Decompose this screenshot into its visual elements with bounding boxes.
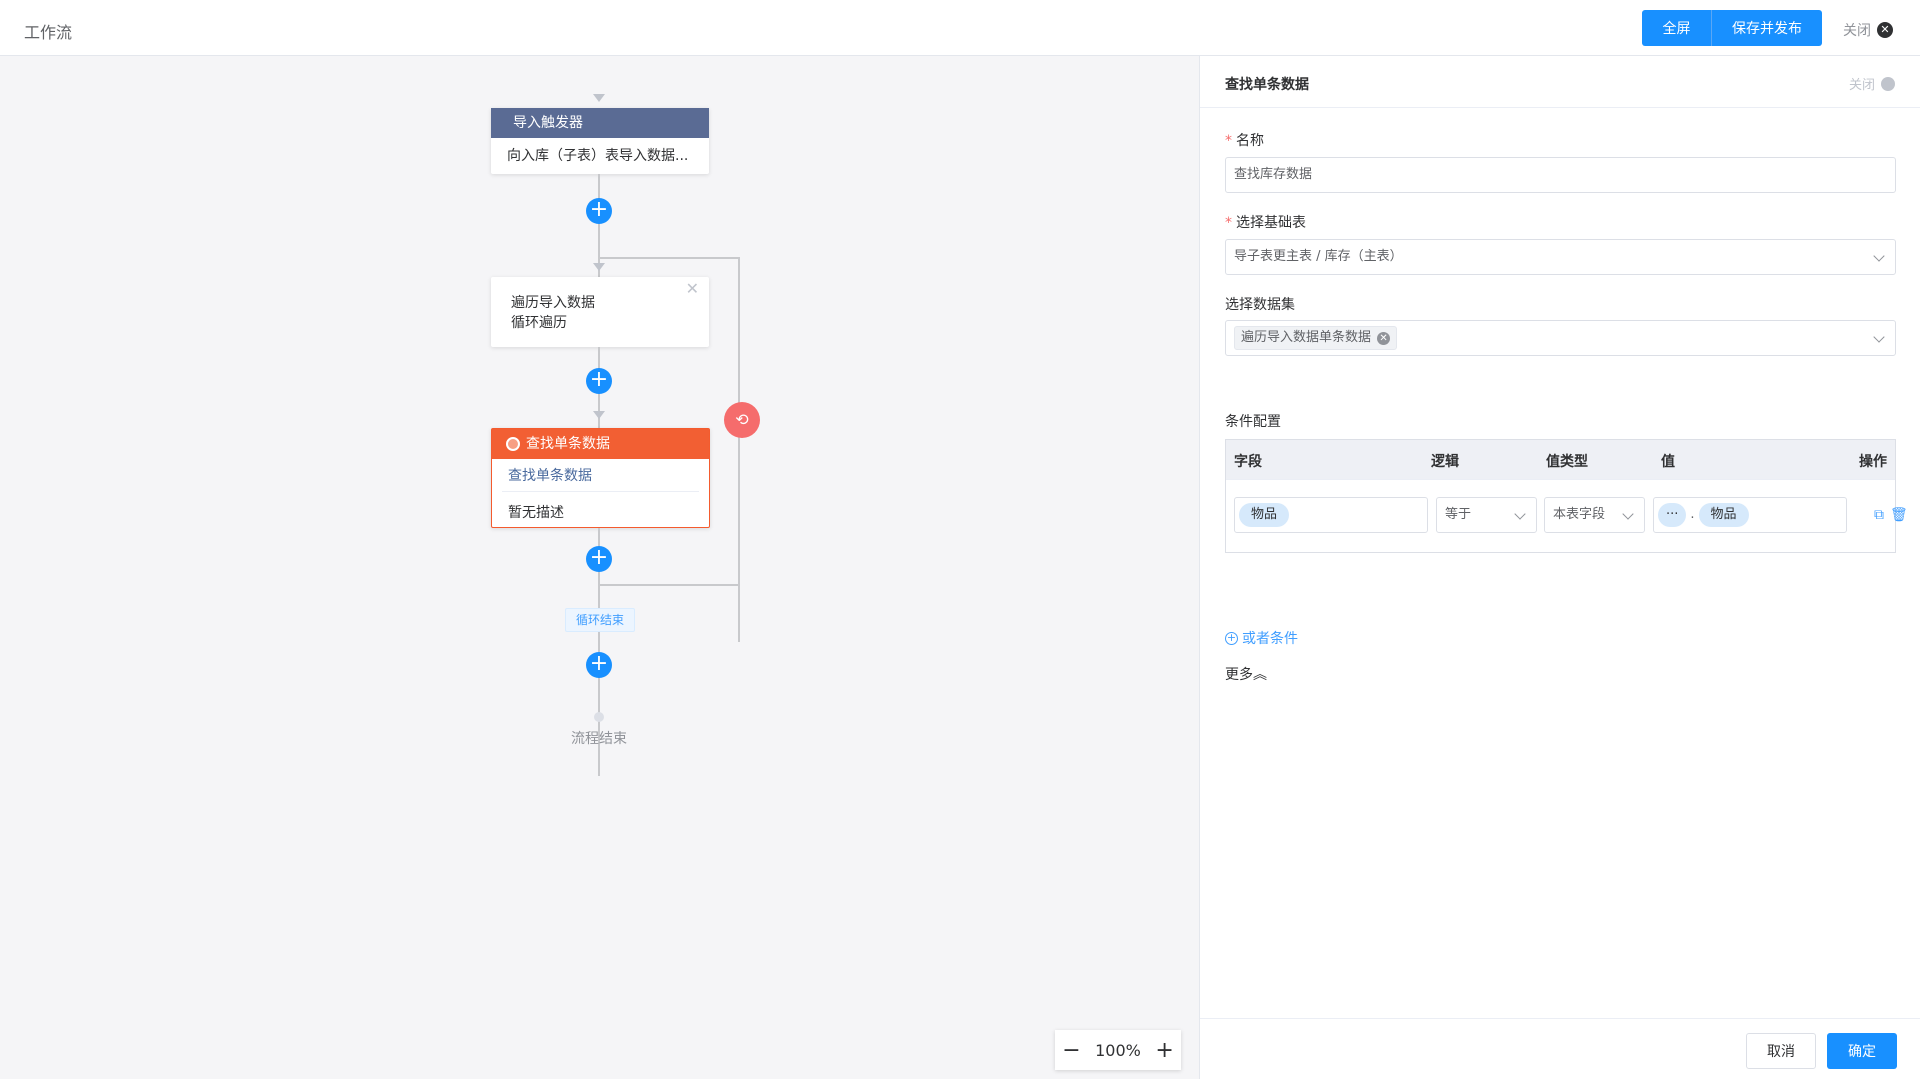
base-table-value: 导子表更主表 / 库存（主表） — [1234, 249, 1403, 264]
value-type-value: 本表字段 — [1553, 507, 1606, 522]
cancel-button[interactable]: 取消 — [1746, 1033, 1816, 1069]
row-actions: ⧉ 🗑 — [1874, 507, 1908, 523]
loop-node-line1: 遍历导入数据 — [511, 295, 595, 311]
dataset-select[interactable]: 遍历导入数据单条数据 ✕ — [1225, 320, 1896, 356]
condition-value-type-select[interactable]: 本表字段 — [1544, 497, 1645, 533]
loop-frame-line — [598, 257, 740, 259]
col-logic: 逻辑 — [1431, 454, 1459, 470]
dataset-label: 选择数据集 — [1225, 297, 1295, 313]
add-node-plus-icon[interactable]: + — [586, 198, 612, 224]
panel-header: 查找单条数据 关闭 — [1200, 56, 1920, 108]
value-separator: . — [1690, 507, 1695, 522]
panel-close-label: 关闭 — [1848, 78, 1875, 93]
close-icon[interactable]: ✕ — [686, 279, 699, 299]
fullscreen-button[interactable]: 全屏 — [1642, 10, 1712, 46]
top-bar: 工作流 全屏 保存并发布 关闭 ✕ — [0, 0, 1920, 56]
chevron-down-icon — [1873, 331, 1885, 343]
find-node-title: 查找单条数据 — [526, 436, 610, 452]
top-close-button[interactable]: 关闭 ✕ — [1843, 20, 1893, 40]
loop-frame-line — [598, 584, 740, 586]
find-single-node[interactable]: 查找单条数据 查找单条数据 暂无描述 — [491, 428, 710, 528]
find-node-description: 暂无描述 — [508, 505, 564, 521]
base-table-label: * 选择基础表 — [1225, 212, 1306, 232]
name-label-text: 名称 — [1236, 133, 1264, 149]
logic-value: 等于 — [1445, 507, 1472, 522]
trash-icon[interactable]: 🗑 — [1890, 507, 1908, 523]
condition-table-header: 字段 逻辑 值类型 值 操作 — [1226, 440, 1895, 480]
condition-logic-select[interactable]: 等于 — [1436, 497, 1537, 533]
loop-refresh-icon[interactable]: ⟲ — [724, 402, 760, 438]
or-condition-label: 或者条件 — [1242, 631, 1298, 647]
copy-icon[interactable]: ⧉ — [1874, 507, 1884, 523]
trigger-node-body: 向入库（子表）表导入数据... — [507, 148, 689, 164]
confirm-button[interactable]: 确定 — [1827, 1033, 1897, 1069]
col-value-type: 值类型 — [1546, 454, 1588, 470]
app-title: 工作流 — [24, 23, 73, 42]
condition-value-input[interactable]: ···. 物品 — [1653, 497, 1847, 533]
panel-close-button[interactable]: 关闭 — [1849, 74, 1895, 93]
flow-end-dot — [594, 712, 604, 722]
condition-table: 字段 逻辑 值类型 值 操作 物品 等于 本表字段 ···. 物品 ⧉ 🗑 — [1225, 439, 1908, 553]
dataset-tag-label: 遍历导入数据单条数据 — [1241, 330, 1372, 345]
base-table-label-text: 选择基础表 — [1236, 215, 1306, 231]
search-icon — [506, 437, 520, 451]
arrow-down-icon — [593, 94, 605, 102]
flow-end-label: 流程结束 — [571, 731, 627, 747]
zoom-in-icon[interactable]: + — [1155, 1038, 1173, 1063]
close-icon — [1881, 76, 1895, 91]
more-toggle[interactable]: 更多︽ — [1225, 664, 1267, 684]
top-close-label: 关闭 — [1843, 23, 1871, 39]
trigger-node[interactable]: 导入触发器 向入库（子表）表导入数据... — [491, 108, 709, 174]
value-pill: 物品 — [1698, 503, 1749, 527]
node-config-panel: 查找单条数据 关闭 * 名称 查找库存数据 * 选择基础表 导子表更主表 / 库存（… — [1199, 56, 1920, 1079]
zoom-control: − 100% + — [1055, 1030, 1181, 1070]
base-table-select[interactable]: 导子表更主表 / 库存（主表） — [1225, 239, 1896, 275]
condition-field-input[interactable]: 物品 — [1234, 497, 1428, 533]
dataset-tag: 遍历导入数据单条数据 ✕ — [1234, 326, 1398, 350]
name-input[interactable]: 查找库存数据 — [1225, 157, 1896, 193]
workflow-canvas[interactable]: 导入触发器 向入库（子表）表导入数据... + ⟲ 遍历导入数据 循环遍历 ✕ … — [0, 56, 1199, 1079]
add-node-plus-icon[interactable]: + — [586, 652, 612, 678]
close-icon[interactable]: ✕ — [1377, 331, 1391, 345]
add-node-plus-icon[interactable]: + — [586, 368, 612, 394]
loop-node-line2: 循环遍历 — [511, 315, 567, 331]
loop-end-badge: 循环结束 — [565, 608, 636, 632]
required-mark: * — [1225, 133, 1232, 149]
chevron-down-icon — [1873, 250, 1885, 262]
save-publish-button[interactable]: 保存并发布 — [1712, 10, 1822, 46]
close-icon: ✕ — [1877, 22, 1893, 38]
trigger-node-title: 导入触发器 — [491, 108, 709, 138]
add-node-plus-icon[interactable]: + — [586, 546, 612, 572]
field-pill: 物品 — [1239, 503, 1290, 527]
header-button-group: 全屏 保存并发布 — [1642, 10, 1822, 46]
col-action: 操作 — [1859, 454, 1887, 470]
panel-title: 查找单条数据 — [1225, 77, 1309, 93]
add-or-condition-button[interactable]: + 或者条件 — [1225, 628, 1298, 648]
find-node-subtitle: 查找单条数据 — [502, 459, 699, 492]
plus-circle-icon: + — [1225, 630, 1238, 645]
zoom-level: 100% — [1095, 1040, 1141, 1060]
more-label: 更多 — [1225, 667, 1253, 683]
arrow-down-icon — [593, 411, 605, 419]
panel-footer: 取消 确定 — [1200, 1018, 1920, 1079]
arrow-down-icon — [593, 263, 605, 271]
condition-label: 条件配置 — [1225, 414, 1281, 430]
col-field: 字段 — [1234, 454, 1262, 470]
zoom-out-icon[interactable]: − — [1062, 1038, 1080, 1063]
loop-node[interactable]: 遍历导入数据 循环遍历 ✕ — [491, 277, 709, 347]
required-mark: * — [1225, 215, 1232, 231]
name-label: * 名称 — [1225, 130, 1264, 150]
chevron-down-icon — [1514, 508, 1526, 520]
chevron-up-icon: ︽ — [1253, 667, 1267, 683]
value-prefix-pill: ··· — [1658, 503, 1687, 527]
find-node-header: 查找单条数据 — [492, 429, 709, 459]
chevron-down-icon — [1622, 508, 1634, 520]
col-value: 值 — [1661, 454, 1675, 470]
